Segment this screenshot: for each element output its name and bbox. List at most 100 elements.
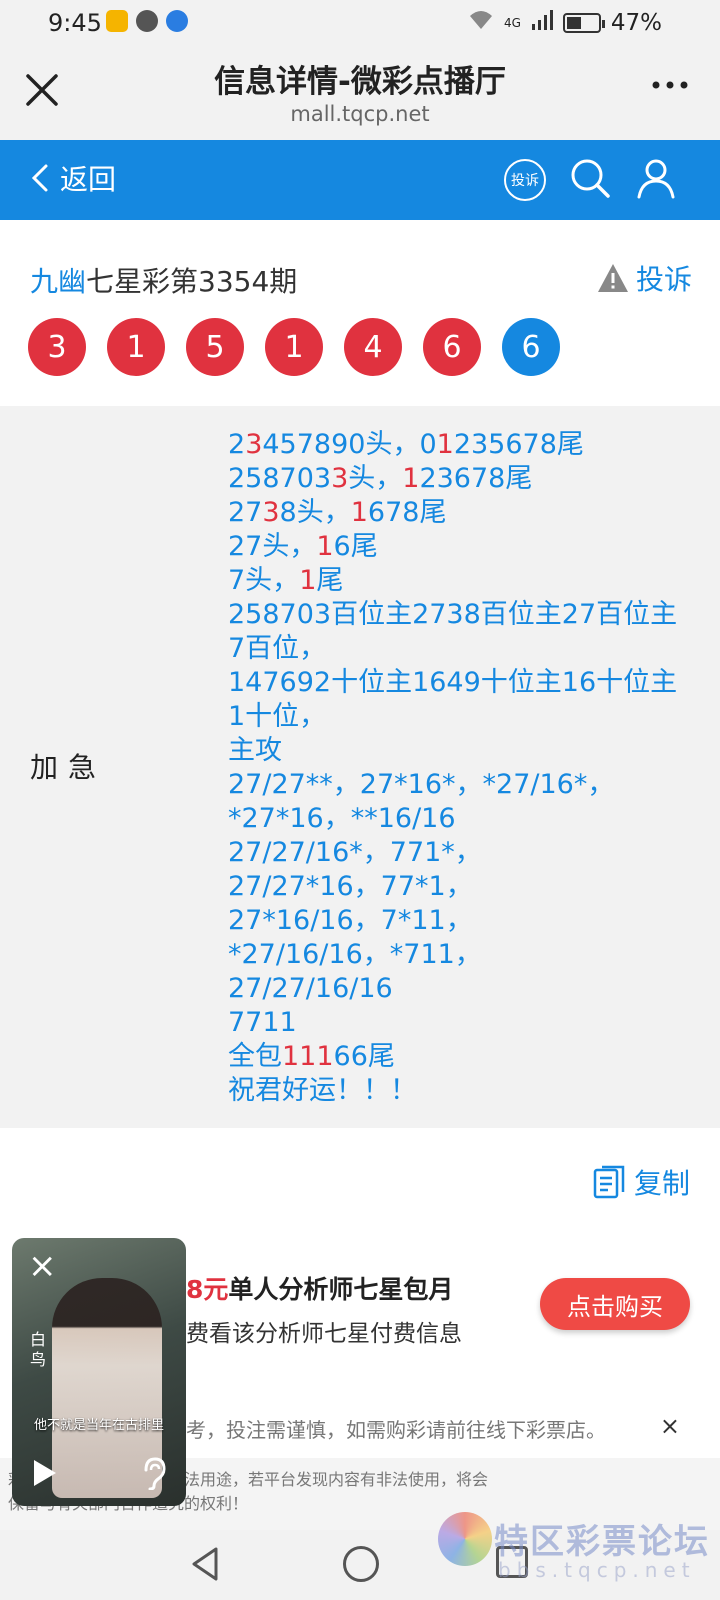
highlight-text: 1 [299,565,317,596]
copy-icon [593,1165,625,1199]
system-back-button[interactable] [190,1546,220,1586]
warning-icon [597,264,628,292]
content-text: 147692十位主1649十位主16十位主 [228,667,678,698]
buy-button[interactable]: 点击购买 [540,1278,690,1330]
app-notification-icon [106,10,128,32]
watermark-text: 特区彩票论坛 [494,1522,710,1562]
promo-price: 8元 [186,1275,229,1304]
lottery-balls: 3151466 [28,318,560,376]
content-text: 678尾 [367,497,447,528]
content-text: 1十位， [228,701,327,732]
content-text: 7百位， [228,633,327,664]
highlight-text: 1 [316,531,334,562]
content-line: 7百位， [228,632,698,666]
title-bar: 信息详情-微彩点播厅 mall.tqcp.net [0,46,720,140]
status-right: 4G 47% [468,9,662,37]
video-vertical-text: 白鸟 [30,1330,47,1369]
user-icon [637,159,675,199]
content-line: 258703百位主2738百位主27百位主 [228,598,698,632]
play-icon[interactable] [34,1460,56,1486]
content-text: *27*16，**16/16 [228,803,456,834]
highlight-text: 111 [282,1041,334,1072]
video-close-button[interactable]: × [28,1246,57,1286]
content-text: 全包 [228,1041,282,1072]
status-bar: 9:45 4G 47% [0,0,720,46]
content-text: 258703百位主2738百位主27百位主 [228,599,678,630]
issue-title: 九幽七星彩第3354期 [30,260,297,300]
content-text: 27 [228,497,263,528]
signal-icon [531,9,553,37]
chevron-left-icon [31,164,48,192]
content-text: 祝君好运！！！ [228,1075,417,1106]
content-label: 加急 [30,751,107,784]
content-line: 7头，1尾 [228,564,698,598]
lottery-ball: 3 [28,318,86,376]
system-home-button[interactable] [343,1546,379,1582]
highlight-text: 3 [245,429,263,460]
highlight-text: 1 [350,497,368,528]
floating-video[interactable]: × 白鸟 他不就是当年在古排里 [12,1238,186,1506]
watermark-logo-icon [438,1512,492,1566]
content-line: 27/27**，27*16*，*27/16*， [228,768,698,802]
promo-subtitle: 费看该分析师七星付费信息 [186,1321,462,1347]
battery-fill [566,17,581,29]
content-line: 祝君好运！！！ [228,1074,698,1108]
content-line: 2587033头，123678尾 [228,462,698,496]
content-text: 258703 [228,463,332,494]
browser-icon [166,10,188,32]
search-button[interactable] [568,156,612,204]
content-line: 主攻 [228,734,698,768]
back-label: 返回 [60,163,117,196]
content-text: 457890头，0 [262,429,437,460]
nav-bar: 返回 投诉 [0,140,720,220]
complain-button[interactable]: 投诉 [504,159,546,201]
search-icon [571,159,610,198]
notice-text: 考，投注需谨慎，如需购彩请前往线下彩票店。 [186,1418,606,1442]
lottery-ball: 4 [344,318,402,376]
more-icon [652,81,688,89]
report-button[interactable]: 投诉 [596,258,692,298]
issue-author[interactable]: 九幽 [30,265,86,298]
highlight-text: 3 [331,463,349,494]
content-text: 头， [348,463,403,494]
content-line: 1十位， [228,700,698,734]
highlight-text: 1 [436,429,454,460]
content-text: 66尾 [333,1041,395,1072]
content-text: 主攻 [228,735,282,766]
more-button[interactable] [650,70,690,104]
content-line: 27头，16尾 [228,530,698,564]
watermark: 特区彩票论坛 bbs.tqcp.net [438,1504,720,1600]
prediction-content: 加急 23457890头，01235678尾 2587033头，123678尾 27… [0,406,720,1128]
back-button[interactable]: 返回 [30,158,116,198]
ear-icon[interactable] [140,1456,168,1497]
battery-percent: 47% [610,10,662,36]
content-line: 147692十位主1649十位主16十位主 [228,666,698,700]
report-label: 投诉 [635,263,692,296]
content-text: 27/27*16，77*1， [228,871,473,902]
content-text: 2 [228,429,246,460]
content-text: 7头， [228,565,300,596]
copy-label: 复制 [633,1167,690,1200]
notice-close-button[interactable]: × [660,1412,680,1440]
nav-icons: 投诉 [504,156,678,204]
content-text: 8头， [279,497,351,528]
user-button[interactable] [634,156,678,204]
content-line: 27*16/16，7*11， [228,904,698,938]
content-text: 尾 [316,565,344,596]
content-line: 27/27*16，77*1， [228,870,698,904]
content-line: *27*16，**16/16 [228,802,698,836]
issue-header: 九幽七星彩第3354期 投诉 3151466 [0,220,720,406]
content-text: 23678尾 [419,463,533,494]
copy-button[interactable]: 复制 [592,1162,690,1202]
content-line: 27/27/16*，771*， [228,836,698,870]
wifi-icon [468,9,494,37]
lottery-ball: 5 [186,318,244,376]
video-caption: 他不就是当年在古排里 [33,1418,164,1433]
status-app-icons [106,10,188,32]
promo-title-text: 单人分析师七星包月 [228,1275,454,1304]
copy-row: 复制 [0,1128,720,1228]
content-text: 7711 [228,1007,297,1038]
battery-icon [562,13,605,33]
lottery-ball: 6 [502,318,560,376]
content-line: 27/27/16/16 [228,972,698,1006]
